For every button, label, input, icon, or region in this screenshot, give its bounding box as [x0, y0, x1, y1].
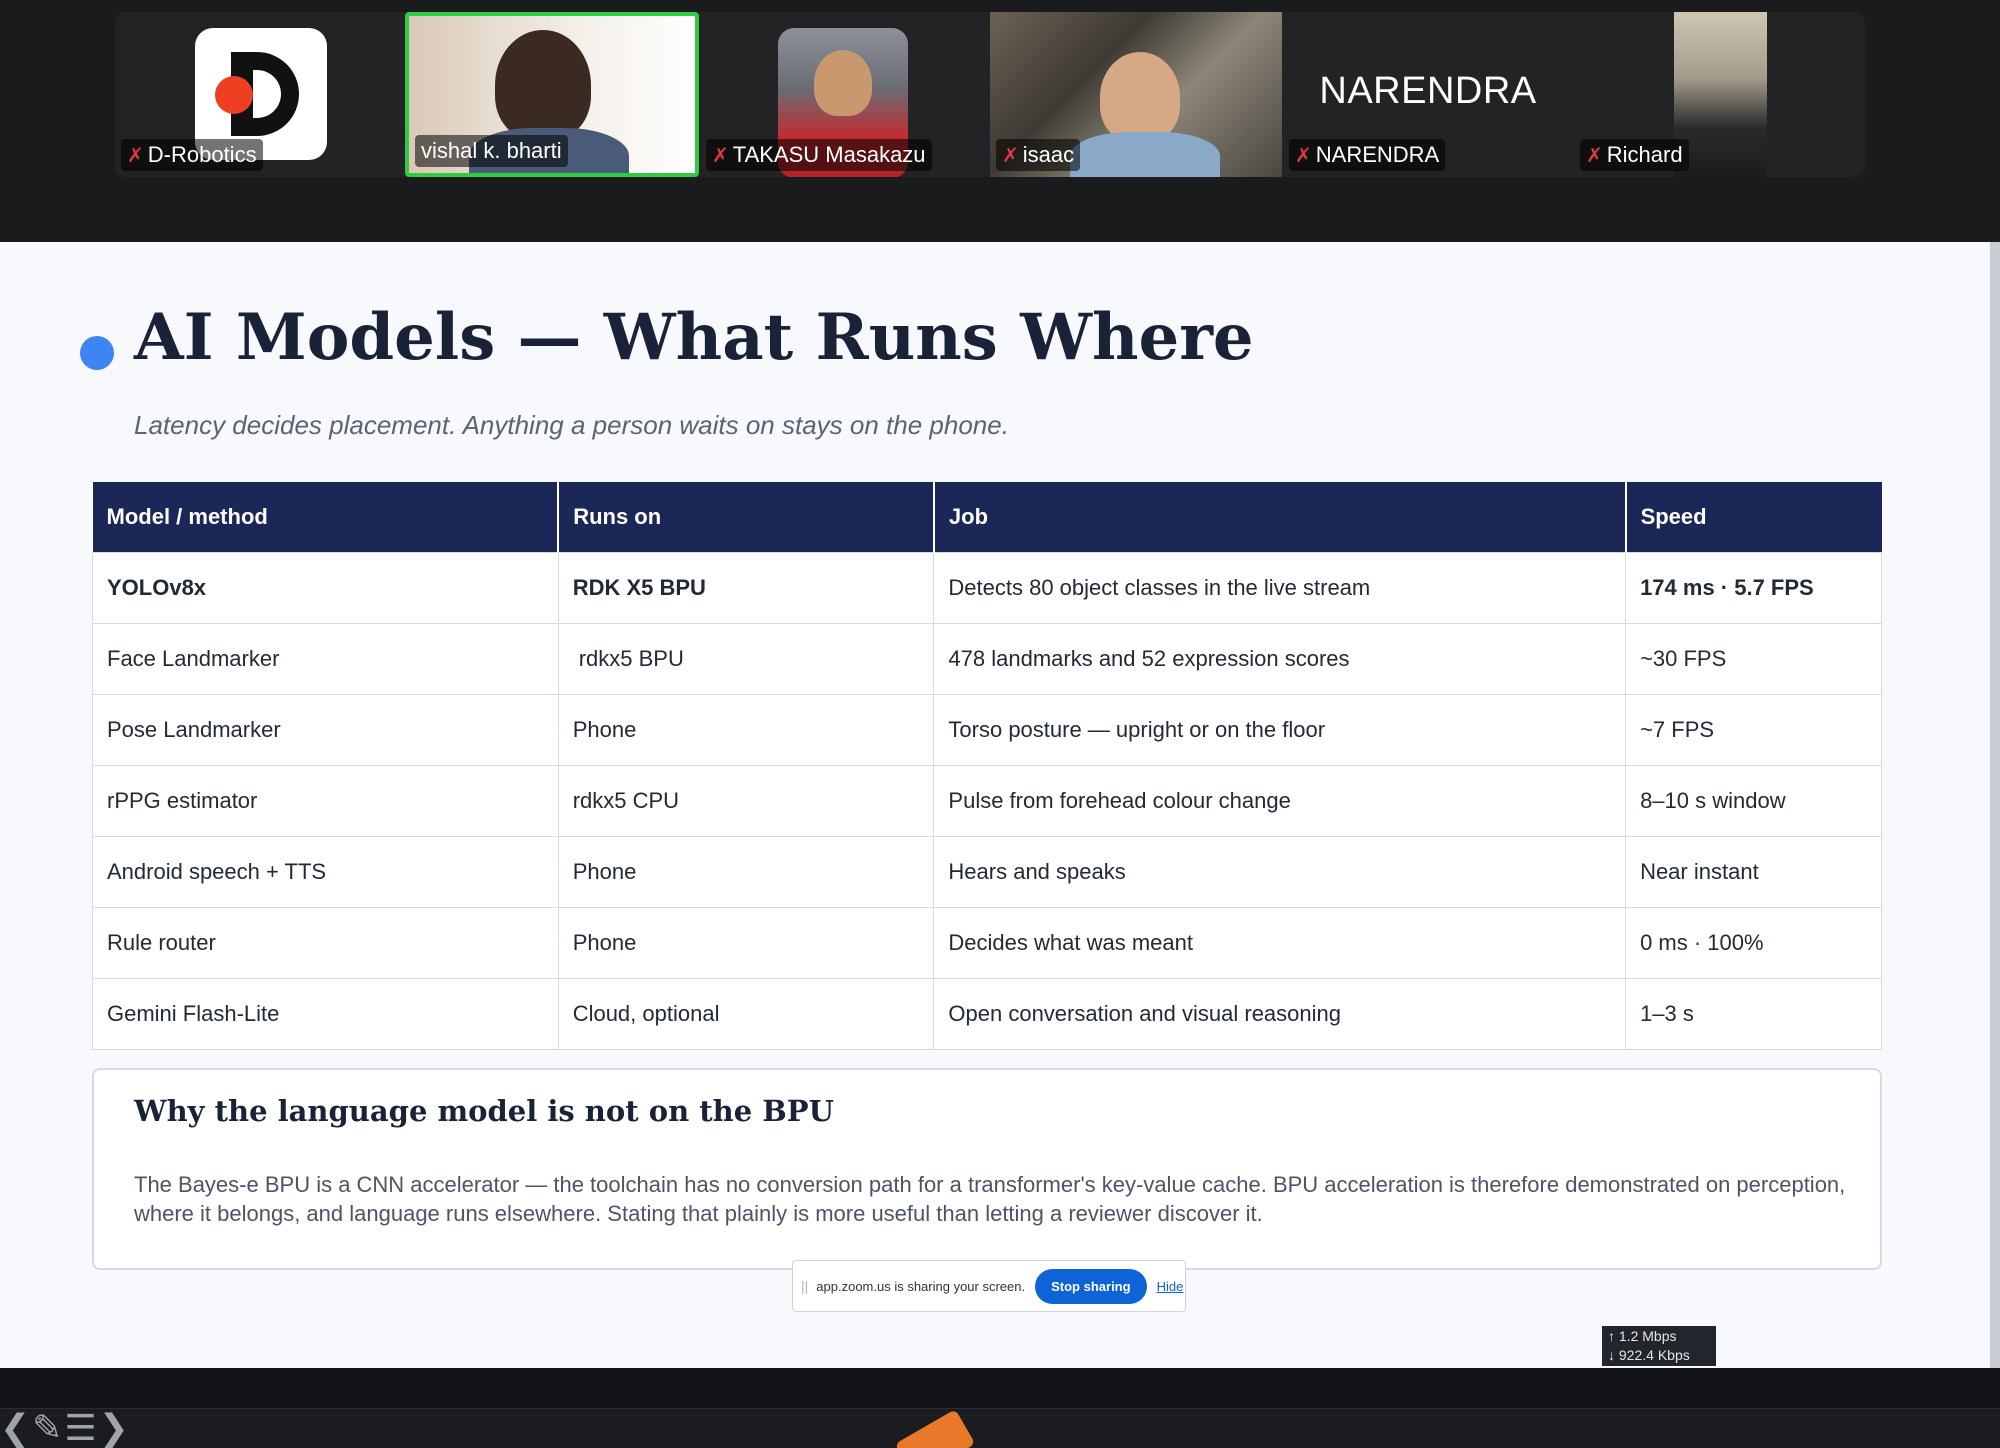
participant-video-shirt: [1070, 132, 1220, 177]
table-cell-speed: ~30 FPS: [1625, 622, 1882, 695]
table-cell-speed: 1–3 s: [1625, 977, 1882, 1050]
participant-name-tag: ✗ TAKASU Masakazu: [706, 139, 932, 171]
participant-name-tag: ✗ NARENDRA: [1289, 139, 1446, 171]
table-cell-job: Pulse from forehead colour change: [933, 764, 1627, 837]
table-header-row: Model / method Runs on Job Speed: [92, 482, 1882, 552]
table-cell-job: Torso posture — upright or on the floor: [933, 693, 1627, 766]
column-header: Model / method: [92, 482, 560, 552]
table-cell-speed: 0 ms · 100%: [1625, 906, 1882, 979]
shared-screen-slide: AI Models — What Runs Where Latency deci…: [0, 242, 1990, 1368]
text-icon[interactable]: ☰: [64, 1408, 98, 1448]
table-cell-runs-on: Phone: [557, 835, 935, 908]
table-cell-model: rPPG estimator: [92, 764, 559, 837]
participant-name-tag: ✗ Richard: [1580, 139, 1689, 171]
models-table: Model / method Runs on Job Speed YOLOv8x…: [92, 482, 1882, 1050]
mic-muted-icon: ✗: [127, 144, 144, 167]
stop-sharing-button[interactable]: Stop sharing: [1035, 1268, 1147, 1304]
why-body: The Bayes-e BPU is a CNN accelerator — t…: [134, 1172, 1846, 1226]
participant-name: Richard: [1606, 142, 1683, 167]
toolbar-icons[interactable]: ❮✎☰❯: [0, 1408, 131, 1448]
table-cell-job: Detects 80 object classes in the live st…: [933, 551, 1627, 624]
table-cell-model: Gemini Flash-Lite: [92, 977, 559, 1050]
screen-share-bar: || app.zoom.us is sharing your screen. S…: [792, 1260, 1186, 1312]
table-row: YOLOv8x RDK X5 BPU Detects 80 object cla…: [92, 551, 1882, 624]
slide-title: AI Models — What Runs Where: [134, 300, 1254, 375]
column-header: Speed: [1625, 482, 1882, 552]
participant-name-tag: ✗ isaac: [996, 139, 1081, 171]
table-cell-job: Open conversation and visual reasoning: [933, 977, 1627, 1050]
participant-video-face: [814, 50, 872, 116]
participant-display-name: NARENDRA: [1319, 70, 1537, 112]
table-cell-job: Hears and speaks: [933, 835, 1627, 908]
pen-icon[interactable]: ✎: [32, 1408, 64, 1448]
network-stats: ↑ 1.2 Mbps ↓ 922.4 Kbps: [1602, 1326, 1716, 1366]
participant-name: D-Robotics: [147, 142, 257, 167]
hide-link[interactable]: Hide: [1157, 1279, 1184, 1294]
table-cell-runs-on: rdkx5 CPU: [557, 764, 935, 837]
table-row: rPPG estimator rdkx5 CPU Pulse from fore…: [92, 764, 1882, 837]
participant-name-tag: vishal k. bharti: [415, 135, 568, 167]
participant-tile-narendra[interactable]: NARENDRA ✗ NARENDRA: [1283, 12, 1573, 177]
column-header: Runs on: [558, 482, 935, 552]
chevron-left-icon[interactable]: ❮: [0, 1408, 32, 1448]
desktop-toolbar: [0, 1408, 2000, 1448]
table-cell-model: Face Landmarker: [92, 622, 559, 695]
participant-video-person: [495, 30, 591, 140]
logo-red-dot: [215, 76, 253, 114]
mic-muted-icon: ✗: [1295, 144, 1312, 167]
table-cell-model: Pose Landmarker: [92, 693, 559, 766]
table-row: Face Landmarker rdkx5 BPU 478 landmarks …: [92, 622, 1882, 695]
drag-handle-icon[interactable]: ||: [801, 1278, 808, 1294]
participant-tile-takasu[interactable]: ✗ TAKASU Masakazu: [700, 12, 990, 177]
upload-rate: ↑ 1.2 Mbps: [1608, 1328, 1677, 1344]
table-row: Gemini Flash-Lite Cloud, optional Open c…: [92, 977, 1882, 1050]
slide-subtitle: Latency decides placement. Anything a pe…: [134, 410, 1009, 440]
table-cell-runs-on: Phone: [557, 693, 935, 766]
table-row: Android speech + TTS Phone Hears and spe…: [92, 835, 1882, 908]
column-header: Job: [933, 482, 1627, 552]
mic-muted-icon: ✗: [712, 144, 729, 167]
desktop-bottom-area: ❮✎☰❯: [0, 1368, 2000, 1448]
chevron-right-icon[interactable]: ❯: [99, 1408, 131, 1448]
participant-tile-isaac[interactable]: ✗ isaac: [990, 12, 1282, 177]
table-cell-job: Decides what was meant: [933, 906, 1627, 979]
share-message: app.zoom.us is sharing your screen.: [816, 1278, 1026, 1294]
participant-name: NARENDRA: [1315, 142, 1440, 167]
participant-name: isaac: [1022, 142, 1075, 167]
table-cell-runs-on: Phone: [557, 906, 935, 979]
mic-muted-icon: ✗: [1586, 144, 1603, 167]
participant-name-tag: ✗ D-Robotics: [121, 139, 263, 171]
why-heading: Why the language model is not on the BPU: [134, 1094, 834, 1128]
table-cell-model: YOLOv8x: [92, 551, 559, 624]
participant-name: vishal k. bharti: [421, 138, 562, 163]
table-cell-runs-on: RDK X5 BPU: [557, 551, 935, 624]
participant-name: TAKASU Masakazu: [732, 142, 926, 167]
table-cell-speed: 174 ms · 5.7 FPS: [1625, 551, 1882, 624]
table-cell-speed: ~7 FPS: [1625, 693, 1882, 766]
participant-tile-richard[interactable]: ✗ Richard: [1574, 12, 1864, 177]
table-cell-runs-on: rdkx5 BPU: [557, 622, 935, 695]
table-cell-model: Rule router: [92, 906, 559, 979]
table-row: Rule router Phone Decides what was meant…: [92, 906, 1882, 979]
participant-video-face: [1100, 52, 1180, 142]
slide-scroll-edge: [1990, 242, 2000, 1368]
table-cell-job: 478 landmarks and 52 expression scores: [933, 622, 1627, 695]
participant-tile-d-robotics[interactable]: ✗ D-Robotics: [115, 12, 405, 177]
table-cell-runs-on: Cloud, optional: [557, 977, 935, 1050]
table-cell-speed: 8–10 s window: [1625, 764, 1882, 837]
title-bullet-dot: [80, 336, 114, 370]
why-callout-box: Why the language model is not on the BPU…: [92, 1068, 1882, 1270]
table-row: Pose Landmarker Phone Torso posture — up…: [92, 693, 1882, 766]
download-rate: ↓ 922.4 Kbps: [1608, 1347, 1690, 1363]
participant-tile-vishal[interactable]: vishal k. bharti: [405, 12, 699, 177]
mic-muted-icon: ✗: [1002, 144, 1019, 167]
table-cell-model: Android speech + TTS: [92, 835, 559, 908]
table-cell-speed: Near instant: [1625, 835, 1882, 908]
zoom-window: ✗ D-Robotics vishal k. bharti ✗ TAKASU M…: [0, 0, 2000, 1448]
